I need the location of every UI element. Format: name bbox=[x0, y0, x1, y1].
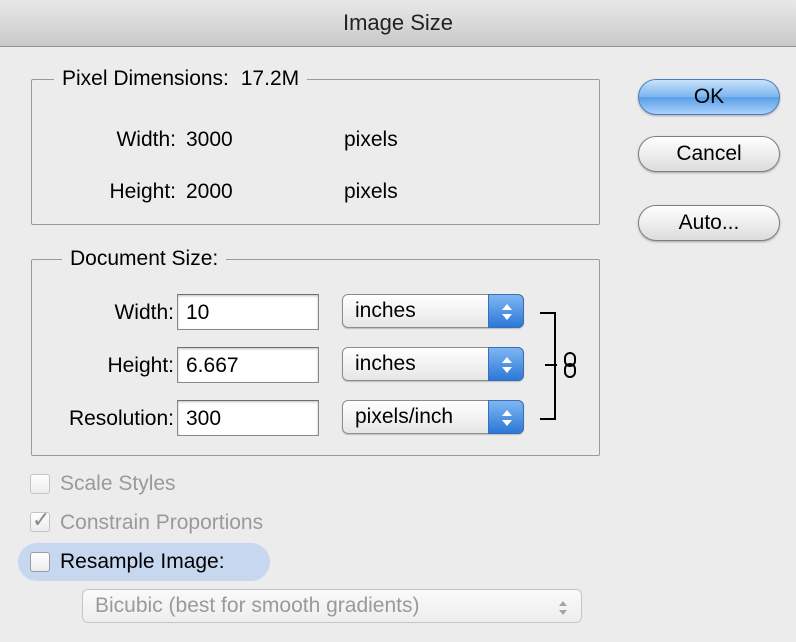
up-down-arrows-icon bbox=[488, 400, 524, 434]
pixel-height-value: 2000 bbox=[186, 180, 233, 203]
document-width-label: Width: bbox=[114, 301, 174, 324]
ok-button[interactable]: OK bbox=[638, 79, 780, 115]
checkmark-icon: ✓ bbox=[32, 507, 51, 532]
auto-button[interactable]: Auto... bbox=[638, 205, 780, 241]
resolution-label: Resolution: bbox=[68, 407, 174, 430]
document-height-unit-value: inches bbox=[355, 352, 416, 375]
proportion-bracket-tick bbox=[545, 364, 557, 366]
resample-image-label: Resample Image: bbox=[60, 550, 225, 573]
resolution-unit-value: pixels/inch bbox=[355, 405, 454, 428]
pixel-width-unit: pixels bbox=[344, 128, 398, 151]
up-down-arrows-icon bbox=[488, 347, 524, 381]
up-down-arrows-icon bbox=[557, 596, 569, 628]
resample-method-select[interactable]: Bicubic (best for smooth gradients) bbox=[82, 589, 582, 623]
resolution-unit-select[interactable]: pixels/inch bbox=[342, 400, 524, 434]
document-height-input[interactable]: 6.667 bbox=[177, 347, 319, 383]
cancel-button[interactable]: Cancel bbox=[638, 136, 780, 172]
scale-styles-checkbox[interactable] bbox=[30, 474, 50, 494]
constrain-proportions-label: Constrain Proportions bbox=[60, 511, 264, 534]
document-height-label: Height: bbox=[107, 354, 174, 377]
document-width-input[interactable]: 10 bbox=[177, 294, 319, 330]
resample-method-value: Bicubic (best for smooth gradients) bbox=[95, 594, 420, 617]
pixel-height-unit: pixels bbox=[344, 180, 398, 203]
pixel-width-label: Width: bbox=[116, 128, 176, 151]
document-size-legend: Document Size: bbox=[62, 247, 227, 271]
title-bar: Image Size bbox=[0, 0, 796, 47]
document-height-unit-select[interactable]: inches bbox=[342, 347, 524, 381]
window-title: Image Size bbox=[342, 10, 454, 35]
resolution-input[interactable]: 300 bbox=[177, 400, 319, 436]
document-width-unit-value: inches bbox=[355, 299, 416, 322]
pixel-height-label: Height: bbox=[109, 180, 176, 203]
pixel-dimensions-size: 17.2M bbox=[240, 67, 300, 90]
chain-link-icon bbox=[563, 352, 577, 383]
constrain-proportions-checkbox[interactable]: ✓ bbox=[30, 507, 50, 532]
scale-styles-label: Scale Styles bbox=[60, 472, 176, 495]
pixel-dimensions-legend: Pixel Dimensions: 17.2M bbox=[54, 67, 308, 91]
resample-image-checkbox[interactable] bbox=[30, 552, 50, 572]
proportion-bracket bbox=[540, 312, 556, 420]
pixel-width-value: 3000 bbox=[186, 128, 233, 151]
pixel-dimensions-label: Pixel Dimensions: bbox=[62, 67, 229, 90]
document-width-unit-select[interactable]: inches bbox=[342, 294, 524, 328]
up-down-arrows-icon bbox=[488, 294, 524, 328]
